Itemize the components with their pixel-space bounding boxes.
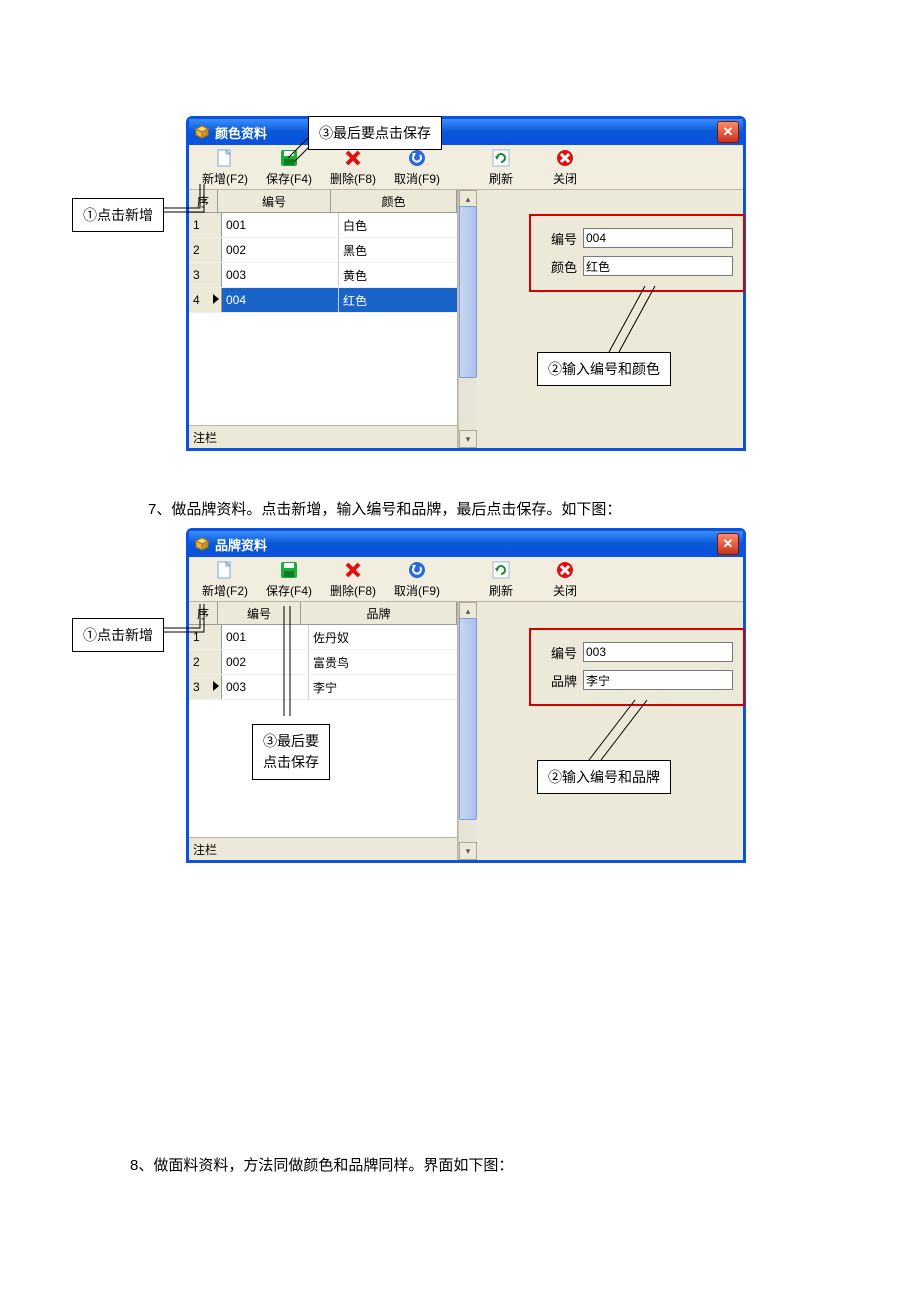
callout-click-save-1: ③最后要点击保存: [308, 116, 442, 150]
table-row[interactable]: 3003黄色: [189, 263, 457, 288]
app-icon: [195, 125, 209, 139]
table-row[interactable]: 1001佐丹奴: [189, 625, 457, 650]
code-label: 编号: [541, 229, 577, 248]
callout-click-save-2: ③最后要点击保存: [252, 724, 330, 780]
table-row[interactable]: 3003李宁: [189, 675, 457, 700]
callout-input-code-color: ②输入编号和颜色: [537, 352, 671, 386]
stop-icon: [533, 560, 597, 580]
cancel-button[interactable]: 取消(F9): [385, 148, 449, 189]
col-code[interactable]: 编号: [218, 190, 331, 212]
window-color-data: 颜色资料 ✕ 新增(F2) 保存(F4) 删除(F8) 取消(F9) 刷新 关闭…: [186, 116, 746, 451]
delete-icon: [321, 148, 385, 168]
code-input[interactable]: [583, 228, 733, 248]
form-panel: 编号 颜色 ②输入编号和颜色: [477, 190, 743, 448]
window-close-button[interactable]: ✕: [717, 121, 739, 143]
scrollbar[interactable]: ▴ ▾: [458, 602, 477, 860]
table-row[interactable]: 2002富贵鸟: [189, 650, 457, 675]
window-title: 品牌资料: [215, 535, 267, 554]
note-bar: 注栏: [189, 425, 457, 448]
new-button[interactable]: 新增(F2): [193, 148, 257, 189]
callout-click-new-2: ①点击新增: [72, 618, 164, 652]
new-file-icon: [193, 560, 257, 580]
save-icon: [257, 148, 321, 168]
code-label: 编号: [541, 643, 577, 662]
new-button[interactable]: 新增(F2): [193, 560, 257, 601]
delete-button[interactable]: 删除(F8): [321, 148, 385, 189]
col-seq[interactable]: 序: [189, 602, 218, 624]
col-value[interactable]: 品牌: [301, 602, 457, 624]
toolbar: 新增(F2) 保存(F4) 删除(F8) 取消(F9) 刷新 关闭: [189, 145, 743, 190]
scrollbar[interactable]: ▴ ▾: [458, 190, 477, 448]
delete-button[interactable]: 删除(F8): [321, 560, 385, 601]
code-input[interactable]: [583, 642, 733, 662]
col-value[interactable]: 颜色: [331, 190, 457, 212]
scroll-thumb[interactable]: [459, 206, 477, 378]
form-panel: 编号 品牌 ②输入编号和品牌: [477, 602, 743, 860]
refresh-button[interactable]: 刷新: [469, 148, 533, 189]
value-input[interactable]: [583, 256, 733, 276]
new-file-icon: [193, 148, 257, 168]
scroll-down-icon[interactable]: ▾: [459, 430, 477, 448]
form-highlight: 编号 品牌: [529, 628, 745, 706]
refresh-icon: [469, 560, 533, 580]
value-label: 颜色: [541, 257, 577, 276]
scroll-down-icon[interactable]: ▾: [459, 842, 477, 860]
callout-input-code-brand: ②输入编号和品牌: [537, 760, 671, 794]
toolbar: 新增(F2) 保存(F4) 删除(F8) 取消(F9) 刷新 关闭: [189, 557, 743, 602]
value-input[interactable]: [583, 670, 733, 690]
window-close-button[interactable]: ✕: [717, 533, 739, 555]
save-button[interactable]: 保存(F4): [257, 148, 321, 189]
table-row[interactable]: 4004红色: [189, 288, 457, 313]
stop-icon: [533, 148, 597, 168]
grid-header: 序 编号 颜色: [189, 190, 457, 213]
titlebar[interactable]: 品牌资料 ✕: [189, 531, 743, 557]
table-row[interactable]: 1001白色: [189, 213, 457, 238]
cancel-button[interactable]: 取消(F9): [385, 560, 449, 601]
col-code[interactable]: 编号: [218, 602, 301, 624]
delete-icon: [321, 560, 385, 580]
undo-icon: [385, 148, 449, 168]
form-highlight: 编号 颜色: [529, 214, 745, 292]
refresh-icon: [469, 148, 533, 168]
data-grid[interactable]: 序 编号 颜色 1001白色2002黑色3003黄色4004红色 注栏: [189, 190, 458, 448]
col-seq[interactable]: 序: [189, 190, 218, 212]
close-button[interactable]: 关闭: [533, 148, 597, 189]
close-button[interactable]: 关闭: [533, 560, 597, 601]
window-brand-data: 品牌资料 ✕ 新增(F2) 保存(F4) 删除(F8) 取消(F9) 刷新 关闭…: [186, 528, 746, 863]
step8-text: 8、做面料资料，方法同做颜色和品牌同样。界面如下图：: [130, 1154, 513, 1175]
save-button[interactable]: 保存(F4): [257, 560, 321, 601]
app-icon: [195, 537, 209, 551]
note-bar: 注栏: [189, 837, 457, 860]
grid-header: 序 编号 品牌: [189, 602, 457, 625]
titlebar[interactable]: 颜色资料 ✕: [189, 119, 743, 145]
save-icon: [257, 560, 321, 580]
scroll-thumb[interactable]: [459, 618, 477, 820]
undo-icon: [385, 560, 449, 580]
table-row[interactable]: 2002黑色: [189, 238, 457, 263]
step7-text: 7、做品牌资料。点击新增，输入编号和品牌，最后点击保存。如下图：: [148, 498, 621, 519]
window-title: 颜色资料: [215, 123, 267, 142]
refresh-button[interactable]: 刷新: [469, 560, 533, 601]
callout-click-new-1: ①点击新增: [72, 198, 164, 232]
value-label: 品牌: [541, 671, 577, 690]
